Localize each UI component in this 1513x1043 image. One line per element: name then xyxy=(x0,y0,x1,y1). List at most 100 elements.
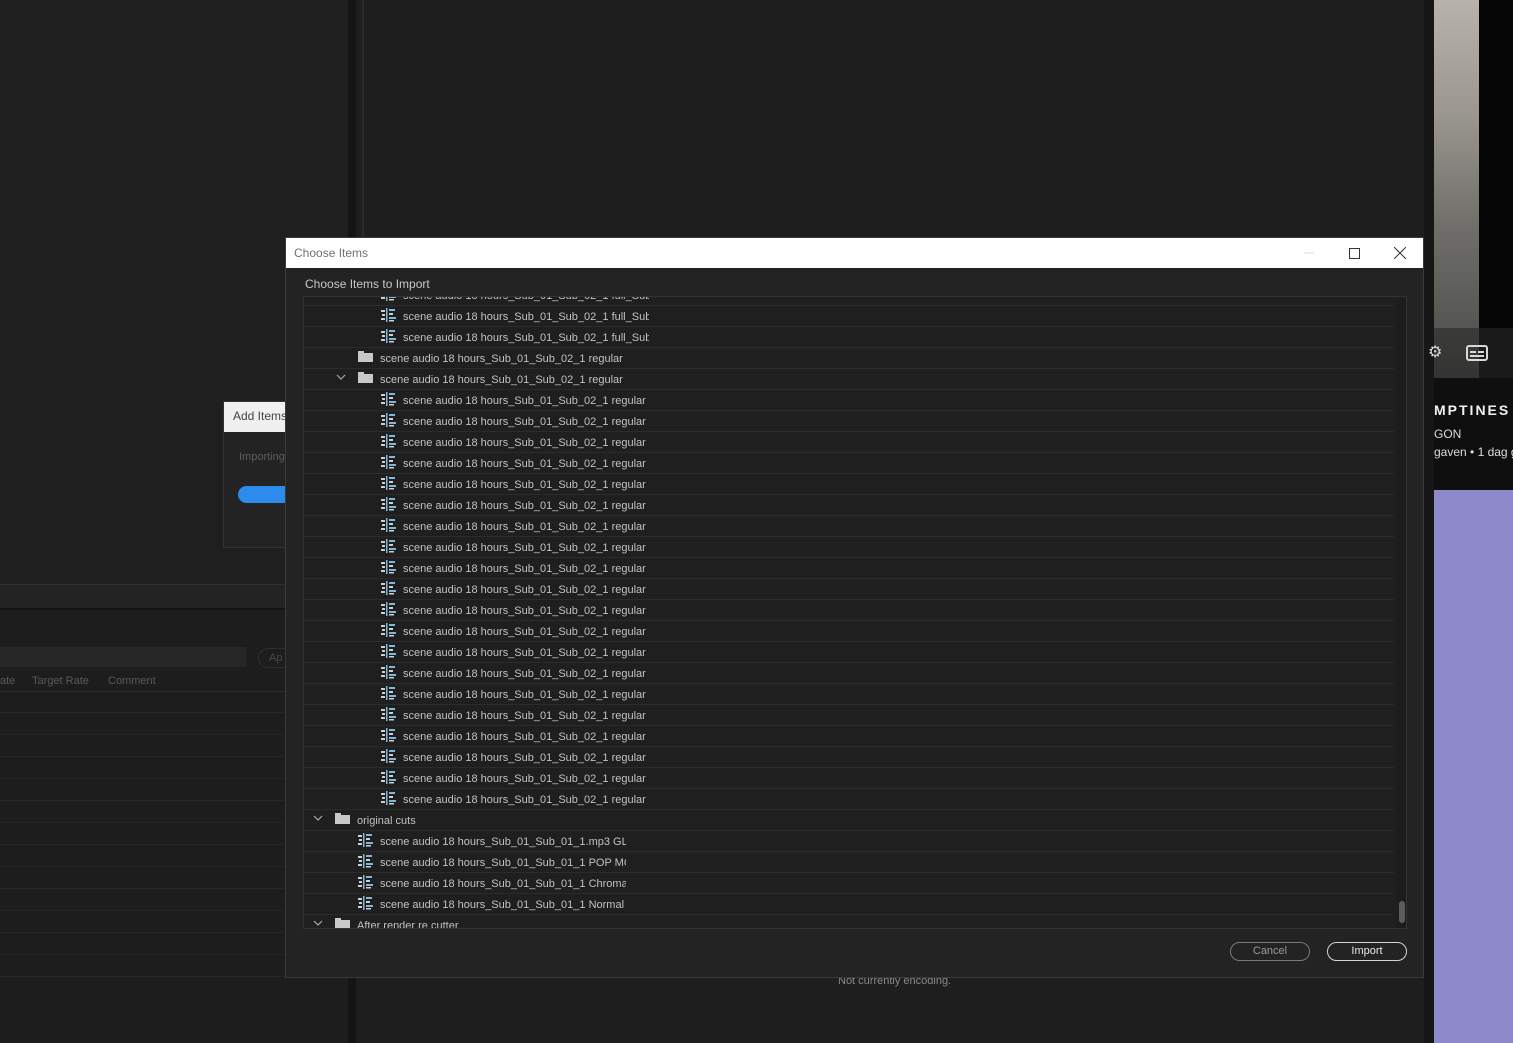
tree-item-label: scene audio 18 hours_Sub_01_Sub_02_1 reg… xyxy=(403,752,649,764)
tree-sequence-row[interactable]: scene audio 18 hours_Sub_01_Sub_02_1 reg… xyxy=(304,558,1394,579)
tree-sequence-row[interactable]: scene audio 18 hours_Sub_01_Sub_02_1 reg… xyxy=(304,768,1394,789)
sidebar-background xyxy=(1434,490,1513,1043)
chevron-down-icon[interactable] xyxy=(336,372,348,384)
close-icon xyxy=(1394,247,1406,259)
tree-sequence-row[interactable]: scene audio 18 hours_Sub_01_Sub_02_1 reg… xyxy=(304,537,1394,558)
tree-item-label: scene audio 18 hours_Sub_01_Sub_02_1 reg… xyxy=(403,731,646,743)
tree-item-label: scene audio 18 hours_Sub_01_Sub_02_1 reg… xyxy=(380,353,626,365)
tree-sequence-row[interactable]: scene audio 18 hours_Sub_01_Sub_01_1 Nor… xyxy=(304,894,1394,915)
tree-sequence-row[interactable]: scene audio 18 hours_Sub_01_Sub_02_1 reg… xyxy=(304,579,1394,600)
tree-item-label: scene audio 18 hours_Sub_01_Sub_02_1 reg… xyxy=(403,668,646,680)
tree-sequence-row[interactable]: scene audio 18 hours_Sub_01_Sub_02_1 reg… xyxy=(304,684,1394,705)
tree-sequence-row[interactable]: scene audio 18 hours_Sub_01_Sub_01_1 Chr… xyxy=(304,873,1394,894)
sequence-icon xyxy=(381,665,397,679)
tree-scrollbar[interactable] xyxy=(1397,297,1406,928)
dialog-titlebar[interactable]: Choose Items xyxy=(286,238,1423,268)
tree-sequence-row[interactable]: scene audio 18 hours_Sub_01_Sub_02_1 reg… xyxy=(304,705,1394,726)
sequence-icon xyxy=(381,392,397,406)
sequence-icon xyxy=(358,875,374,889)
sequence-icon xyxy=(381,644,397,658)
add-items-status: Importing xyxy=(239,451,285,463)
items-tree-rows: scene audio 18 hours_Sub_01_Sub_02_1 ful… xyxy=(304,296,1394,928)
tree-sequence-row[interactable]: scene audio 18 hours_Sub_01_Sub_01_1 POP… xyxy=(304,852,1394,873)
tree-folder-row[interactable]: After render re cutter xyxy=(304,915,1394,928)
tree-sequence-row[interactable]: scene audio 18 hours_Sub_01_Sub_02_1 reg… xyxy=(304,789,1394,810)
tree-sequence-row[interactable]: scene audio 18 hours_Sub_01_Sub_02_1 reg… xyxy=(304,663,1394,684)
tree-folder-row[interactable]: scene audio 18 hours_Sub_01_Sub_02_1 reg… xyxy=(304,348,1394,369)
subtitles-icon[interactable] xyxy=(1466,345,1488,361)
tree-item-label: scene audio 18 hours_Sub_01_Sub_02_1 reg… xyxy=(403,689,649,701)
window-edge xyxy=(1424,0,1434,1043)
tree-item-label: scene audio 18 hours_Sub_01_Sub_02_1 reg… xyxy=(403,479,649,491)
tree-item-label: scene audio 18 hours_Sub_01_Sub_02_1 reg… xyxy=(403,626,649,638)
tree-sequence-row[interactable]: scene audio 18 hours_Sub_01_Sub_02_1 reg… xyxy=(304,453,1394,474)
minimize-icon xyxy=(1304,252,1314,254)
close-button[interactable] xyxy=(1377,238,1423,268)
import-button[interactable]: Import xyxy=(1327,942,1407,961)
tree-sequence-row[interactable]: scene audio 18 hours_Sub_01_Sub_02_1 reg… xyxy=(304,432,1394,453)
tree-sequence-row[interactable]: scene audio 18 hours_Sub_01_Sub_02_1 ful… xyxy=(304,296,1394,306)
tree-sequence-row[interactable]: scene audio 18 hours_Sub_01_Sub_02_1 reg… xyxy=(304,621,1394,642)
settings-gear-icon[interactable]: ⚙ xyxy=(1428,342,1442,361)
screen: Ap ate Target Rate Comment Not currently… xyxy=(0,0,1513,1043)
chevron-down-icon[interactable] xyxy=(313,918,325,928)
sequence-icon xyxy=(381,455,397,469)
sequence-icon xyxy=(381,434,397,448)
folder-icon xyxy=(358,351,373,362)
folder-icon xyxy=(335,918,350,928)
tree-sequence-row[interactable]: scene audio 18 hours_Sub_01_Sub_02_1 reg… xyxy=(304,516,1394,537)
chevron-down-icon[interactable] xyxy=(313,813,325,825)
video-info[interactable]: MPTINES GON gaven • 1 dag g xyxy=(1434,378,1513,490)
tree-sequence-row[interactable]: scene audio 18 hours_Sub_01_Sub_02_1 reg… xyxy=(304,726,1394,747)
sequence-icon xyxy=(381,686,397,700)
tree-sequence-row[interactable]: scene audio 18 hours_Sub_01_Sub_02_1 reg… xyxy=(304,600,1394,621)
sequence-icon xyxy=(381,728,397,742)
apply-label: Ap xyxy=(269,652,283,664)
maximize-icon xyxy=(1348,247,1360,259)
panel-divider-thin xyxy=(362,0,364,240)
tree-sequence-row[interactable]: scene audio 18 hours_Sub_01_Sub_02_1 reg… xyxy=(304,411,1394,432)
column-target-rate[interactable]: Target Rate xyxy=(32,675,89,687)
tree-item-label: scene audio 18 hours_Sub_01_Sub_02_1 reg… xyxy=(403,458,646,470)
column-comment[interactable]: Comment xyxy=(108,675,156,687)
tree-folder-row[interactable]: scene audio 18 hours_Sub_01_Sub_02_1 reg… xyxy=(304,369,1394,390)
folder-icon xyxy=(335,813,350,824)
tree-item-label: scene audio 18 hours_Sub_01_Sub_02_1 reg… xyxy=(380,374,626,386)
items-tree[interactable]: scene audio 18 hours_Sub_01_Sub_02_1 ful… xyxy=(303,296,1407,929)
dialog-title: Choose Items xyxy=(294,246,369,260)
video-thumbnail-dark xyxy=(1479,0,1513,328)
tree-sequence-row[interactable]: scene audio 18 hours_Sub_01_Sub_02_1 reg… xyxy=(304,474,1394,495)
tree-sequence-row[interactable]: scene audio 18 hours_Sub_01_Sub_01_1.mp3… xyxy=(304,831,1394,852)
sequence-icon xyxy=(381,497,397,511)
minimize-button[interactable] xyxy=(1286,238,1332,268)
video-channel[interactable]: GON xyxy=(1434,427,1461,441)
column-rate[interactable]: ate xyxy=(0,675,15,687)
tree-item-label: scene audio 18 hours_Sub_01_Sub_02_1 reg… xyxy=(403,710,649,722)
add-items-title: Add Items xyxy=(224,402,292,432)
cancel-button[interactable]: Cancel xyxy=(1230,942,1310,961)
sequence-icon xyxy=(381,539,397,553)
tree-item-label: scene audio 18 hours_Sub_01_Sub_02_1 reg… xyxy=(403,647,646,659)
tree-item-label: scene audio 18 hours_Sub_01_Sub_02_1 reg… xyxy=(403,500,649,512)
sequence-icon xyxy=(381,518,397,532)
tree-item-label: scene audio 18 hours_Sub_01_Sub_01_1.mp3… xyxy=(380,836,626,848)
tree-sequence-row[interactable]: scene audio 18 hours_Sub_01_Sub_02_1 reg… xyxy=(304,642,1394,663)
tree-item-label: scene audio 18 hours_Sub_01_Sub_02_1 ful… xyxy=(403,296,649,302)
sequence-icon xyxy=(381,308,397,322)
sequence-icon xyxy=(381,297,397,301)
tree-sequence-row[interactable]: scene audio 18 hours_Sub_01_Sub_02_1 reg… xyxy=(304,747,1394,768)
video-title[interactable]: MPTINES xyxy=(1434,402,1510,418)
tree-folder-row[interactable]: original cuts xyxy=(304,810,1394,831)
sequence-icon xyxy=(358,833,374,847)
tree-sequence-row[interactable]: scene audio 18 hours_Sub_01_Sub_02_1 reg… xyxy=(304,390,1394,411)
maximize-button[interactable] xyxy=(1331,238,1377,268)
tree-sequence-row[interactable]: scene audio 18 hours_Sub_01_Sub_02_1 reg… xyxy=(304,495,1394,516)
scrollbar-thumb[interactable] xyxy=(1399,901,1405,923)
video-meta: gaven • 1 dag g xyxy=(1434,445,1513,459)
video-thumbnail[interactable] xyxy=(1434,0,1479,378)
queue-search-input[interactable] xyxy=(0,647,246,667)
tree-sequence-row[interactable]: scene audio 18 hours_Sub_01_Sub_02_1 ful… xyxy=(304,306,1394,327)
tree-item-label: scene audio 18 hours_Sub_01_Sub_02_1 reg… xyxy=(403,437,649,449)
tree-sequence-row[interactable]: scene audio 18 hours_Sub_01_Sub_02_1 ful… xyxy=(304,327,1394,348)
tree-item-label: scene audio 18 hours_Sub_01_Sub_02_1 ful… xyxy=(403,311,649,323)
